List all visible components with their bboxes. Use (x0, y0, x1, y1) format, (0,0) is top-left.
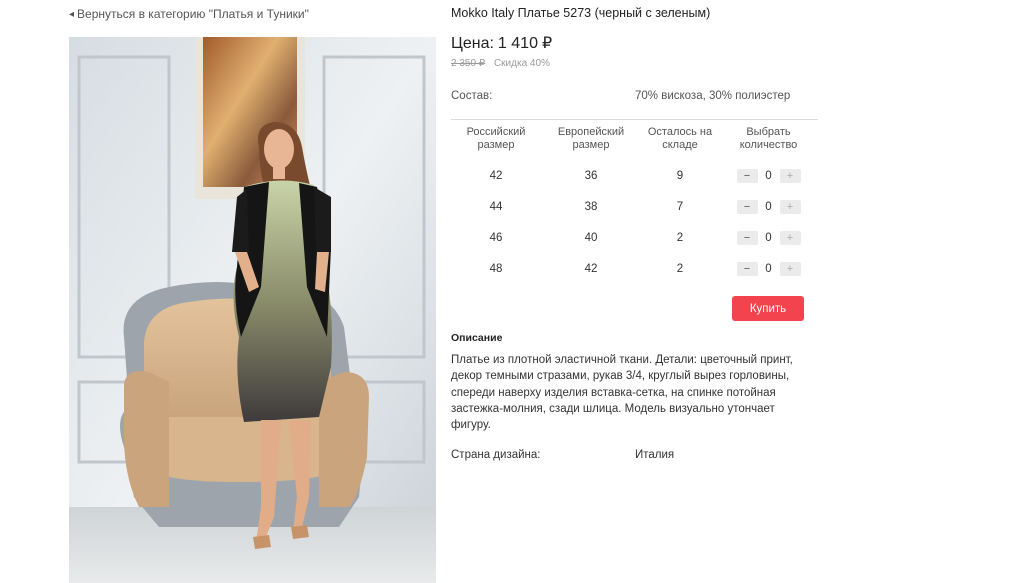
buy-button[interactable]: Купить (732, 296, 804, 321)
stock-cell: 7 (676, 200, 684, 213)
description-text: Платье из плотной эластичной ткани. Дета… (451, 354, 793, 432)
quantity-value[interactable]: 0 (764, 201, 774, 213)
ruble-icon: ₽ (541, 35, 553, 52)
old-price: 2 350 ₽ (451, 58, 486, 69)
table-row: 44 38 7 − 0 + (451, 191, 818, 222)
increase-button[interactable]: + (779, 230, 801, 245)
ru-size-cell: 48 (489, 262, 503, 275)
description-title: Описание (451, 332, 503, 344)
header-eu-size: Европейский размер (557, 126, 625, 151)
quantity-value[interactable]: 0 (764, 232, 774, 244)
product-title: Mokko Italy Платье 5273 (черный с зелены… (451, 6, 711, 20)
eu-size-cell: 42 (584, 262, 598, 275)
product-photo[interactable] (69, 37, 436, 583)
back-link-text: Вернуться в категорию "Платья и Туники" (77, 7, 309, 21)
eu-size-cell: 40 (584, 231, 598, 244)
decrease-button[interactable]: − (736, 199, 758, 214)
ru-size-cell: 42 (489, 169, 503, 182)
composition-label: Состав: (451, 90, 493, 102)
quantity-stepper: − 0 + (719, 261, 818, 276)
increase-button[interactable]: + (779, 168, 801, 183)
eu-size-cell: 38 (584, 200, 598, 213)
quantity-value[interactable]: 0 (764, 263, 774, 275)
table-row: 48 42 2 − 0 + (451, 253, 818, 284)
design-country-value: Италия (635, 449, 675, 461)
stock-cell: 9 (676, 169, 684, 182)
price-label: Цена: (451, 35, 494, 52)
back-arrow-icon: ◂ (69, 8, 75, 20)
header-quantity: Выбрать количество (739, 126, 798, 151)
quantity-stepper: − 0 + (719, 230, 818, 245)
decrease-button[interactable]: − (736, 168, 758, 183)
table-row: 46 40 2 − 0 + (451, 222, 818, 253)
quantity-stepper: − 0 + (719, 168, 818, 183)
decrease-button[interactable]: − (736, 230, 758, 245)
ru-size-cell: 44 (489, 200, 503, 213)
quantity-value[interactable]: 0 (764, 170, 774, 182)
stock-cell: 2 (676, 231, 684, 244)
eu-size-cell: 36 (584, 169, 598, 182)
ru-size-cell: 46 (489, 231, 503, 244)
composition-value: 70% вискоза, 30% полиэстер (635, 90, 791, 102)
back-to-category-link[interactable]: ◂ Вернуться в категорию "Платья и Туники… (69, 7, 309, 21)
header-ru-size: Российский размер (466, 126, 526, 151)
size-table: Российский размер Европейский размер Ост… (451, 119, 818, 284)
quantity-stepper: − 0 + (719, 199, 818, 214)
increase-button[interactable]: + (779, 199, 801, 214)
size-table-header: Российский размер Европейский размер Ост… (451, 120, 818, 160)
discount-badge: Скидка 40% (493, 58, 550, 69)
stock-cell: 2 (676, 262, 684, 275)
decrease-button[interactable]: − (736, 261, 758, 276)
header-stock: Осталось на складе (647, 126, 713, 151)
design-country-label: Страна дизайна: (451, 449, 541, 461)
old-price-row: 2 350 ₽ Скидка 40% (451, 58, 550, 69)
table-row: 42 36 9 − 0 + (451, 160, 818, 191)
increase-button[interactable]: + (779, 261, 801, 276)
price-value: 1 410 (497, 35, 538, 52)
price: Цена: 1 410 ₽ (451, 33, 556, 53)
